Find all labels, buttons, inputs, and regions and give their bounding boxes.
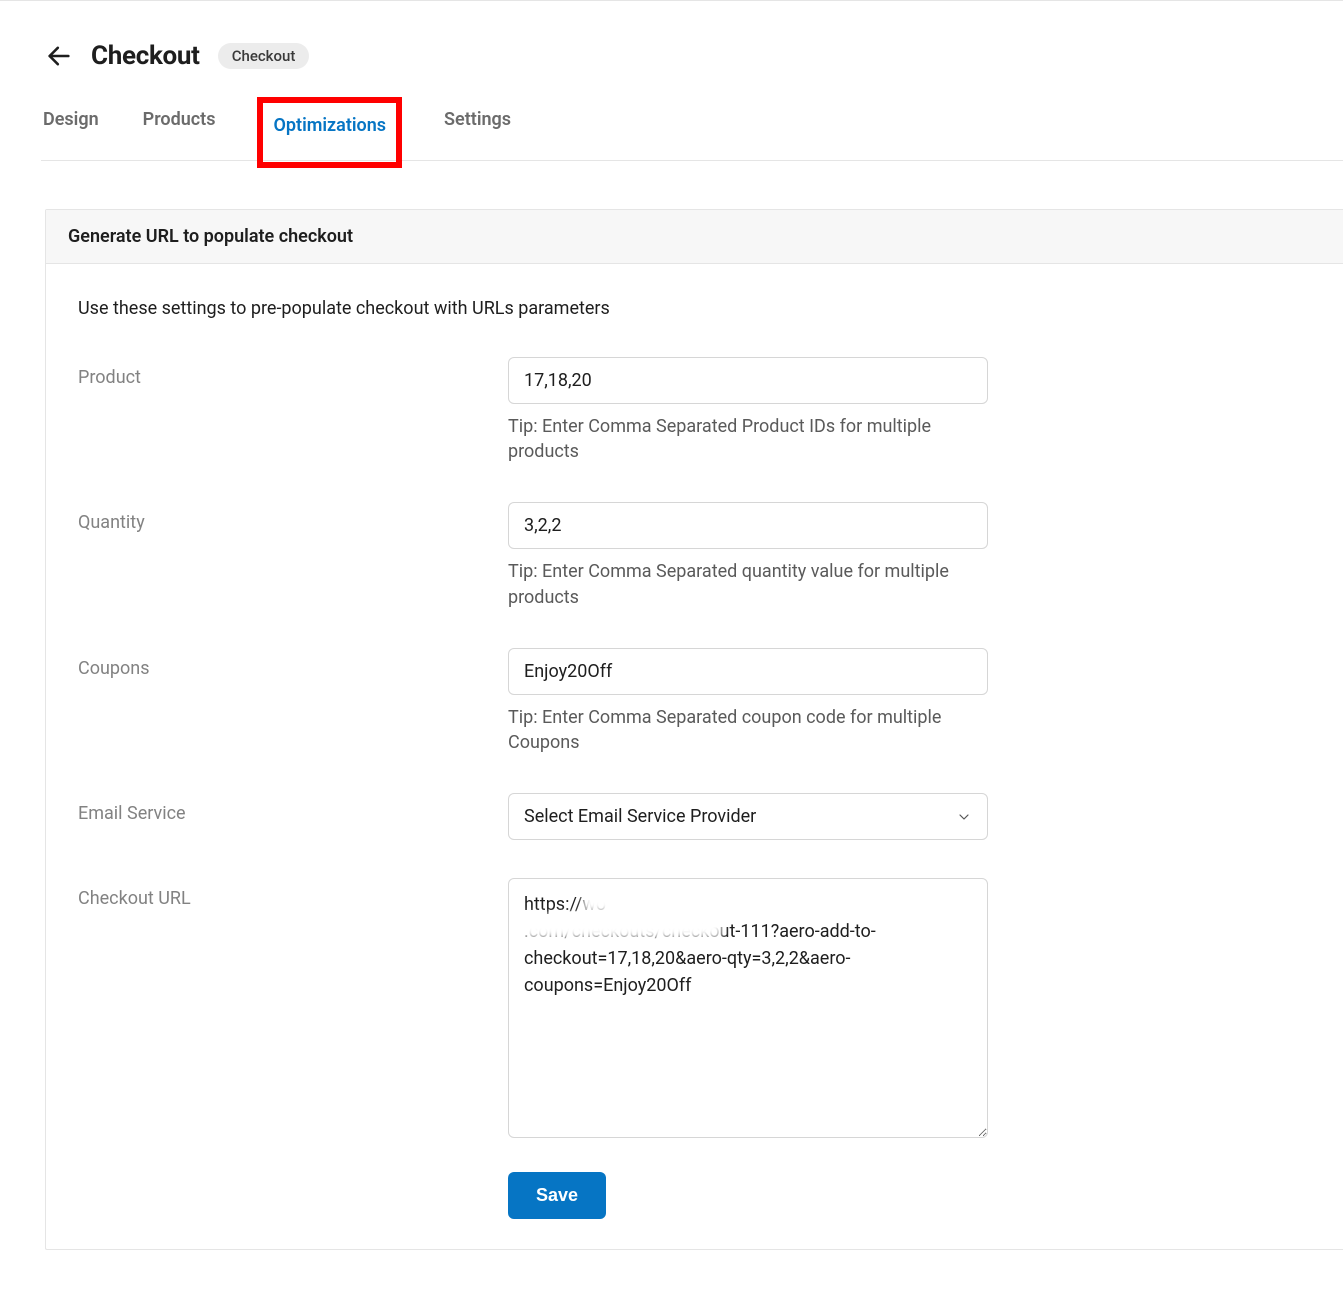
input-product[interactable] [508, 357, 988, 404]
tabs: Design Products Optimizations Settings [41, 103, 1343, 161]
select-email-service-value: Select Email Service Provider [524, 806, 756, 827]
label-email-service: Email Service [78, 793, 508, 824]
textarea-checkout-url[interactable] [508, 878, 988, 1138]
tab-design[interactable]: Design [41, 103, 101, 160]
row-product: Product Tip: Enter Comma Separated Produ… [78, 357, 1311, 464]
tip-product: Tip: Enter Comma Separated Product IDs f… [508, 414, 988, 464]
label-coupons: Coupons [78, 648, 508, 679]
tip-quantity: Tip: Enter Comma Separated quantity valu… [508, 559, 988, 609]
select-email-service[interactable]: Select Email Service Provider [508, 793, 988, 840]
label-product: Product [78, 357, 508, 388]
back-arrow-icon[interactable] [45, 42, 73, 70]
tip-coupons: Tip: Enter Comma Separated coupon code f… [508, 705, 988, 755]
panel-title: Generate URL to populate checkout [46, 210, 1343, 264]
tab-settings[interactable]: Settings [442, 103, 513, 160]
panel: Generate URL to populate checkout Use th… [45, 209, 1343, 1250]
page-title: Checkout [91, 41, 200, 71]
save-button[interactable]: Save [508, 1172, 606, 1219]
panel-description: Use these settings to pre-populate check… [78, 298, 1311, 319]
tab-products[interactable]: Products [141, 103, 218, 160]
highlight-box: Optimizations [257, 97, 402, 168]
page-header: Checkout Checkout [45, 41, 1343, 71]
row-quantity: Quantity Tip: Enter Comma Separated quan… [78, 502, 1311, 609]
input-coupons[interactable] [508, 648, 988, 695]
chevron-down-icon [956, 809, 972, 825]
page-badge: Checkout [218, 43, 310, 69]
row-email-service: Email Service Select Email Service Provi… [78, 793, 1311, 840]
tab-optimizations[interactable]: Optimizations [271, 109, 388, 152]
label-checkout-url: Checkout URL [78, 878, 508, 909]
label-quantity: Quantity [78, 502, 508, 533]
row-checkout-url: Checkout URL [78, 878, 1311, 1142]
input-quantity[interactable] [508, 502, 988, 549]
row-coupons: Coupons Tip: Enter Comma Separated coupo… [78, 648, 1311, 755]
